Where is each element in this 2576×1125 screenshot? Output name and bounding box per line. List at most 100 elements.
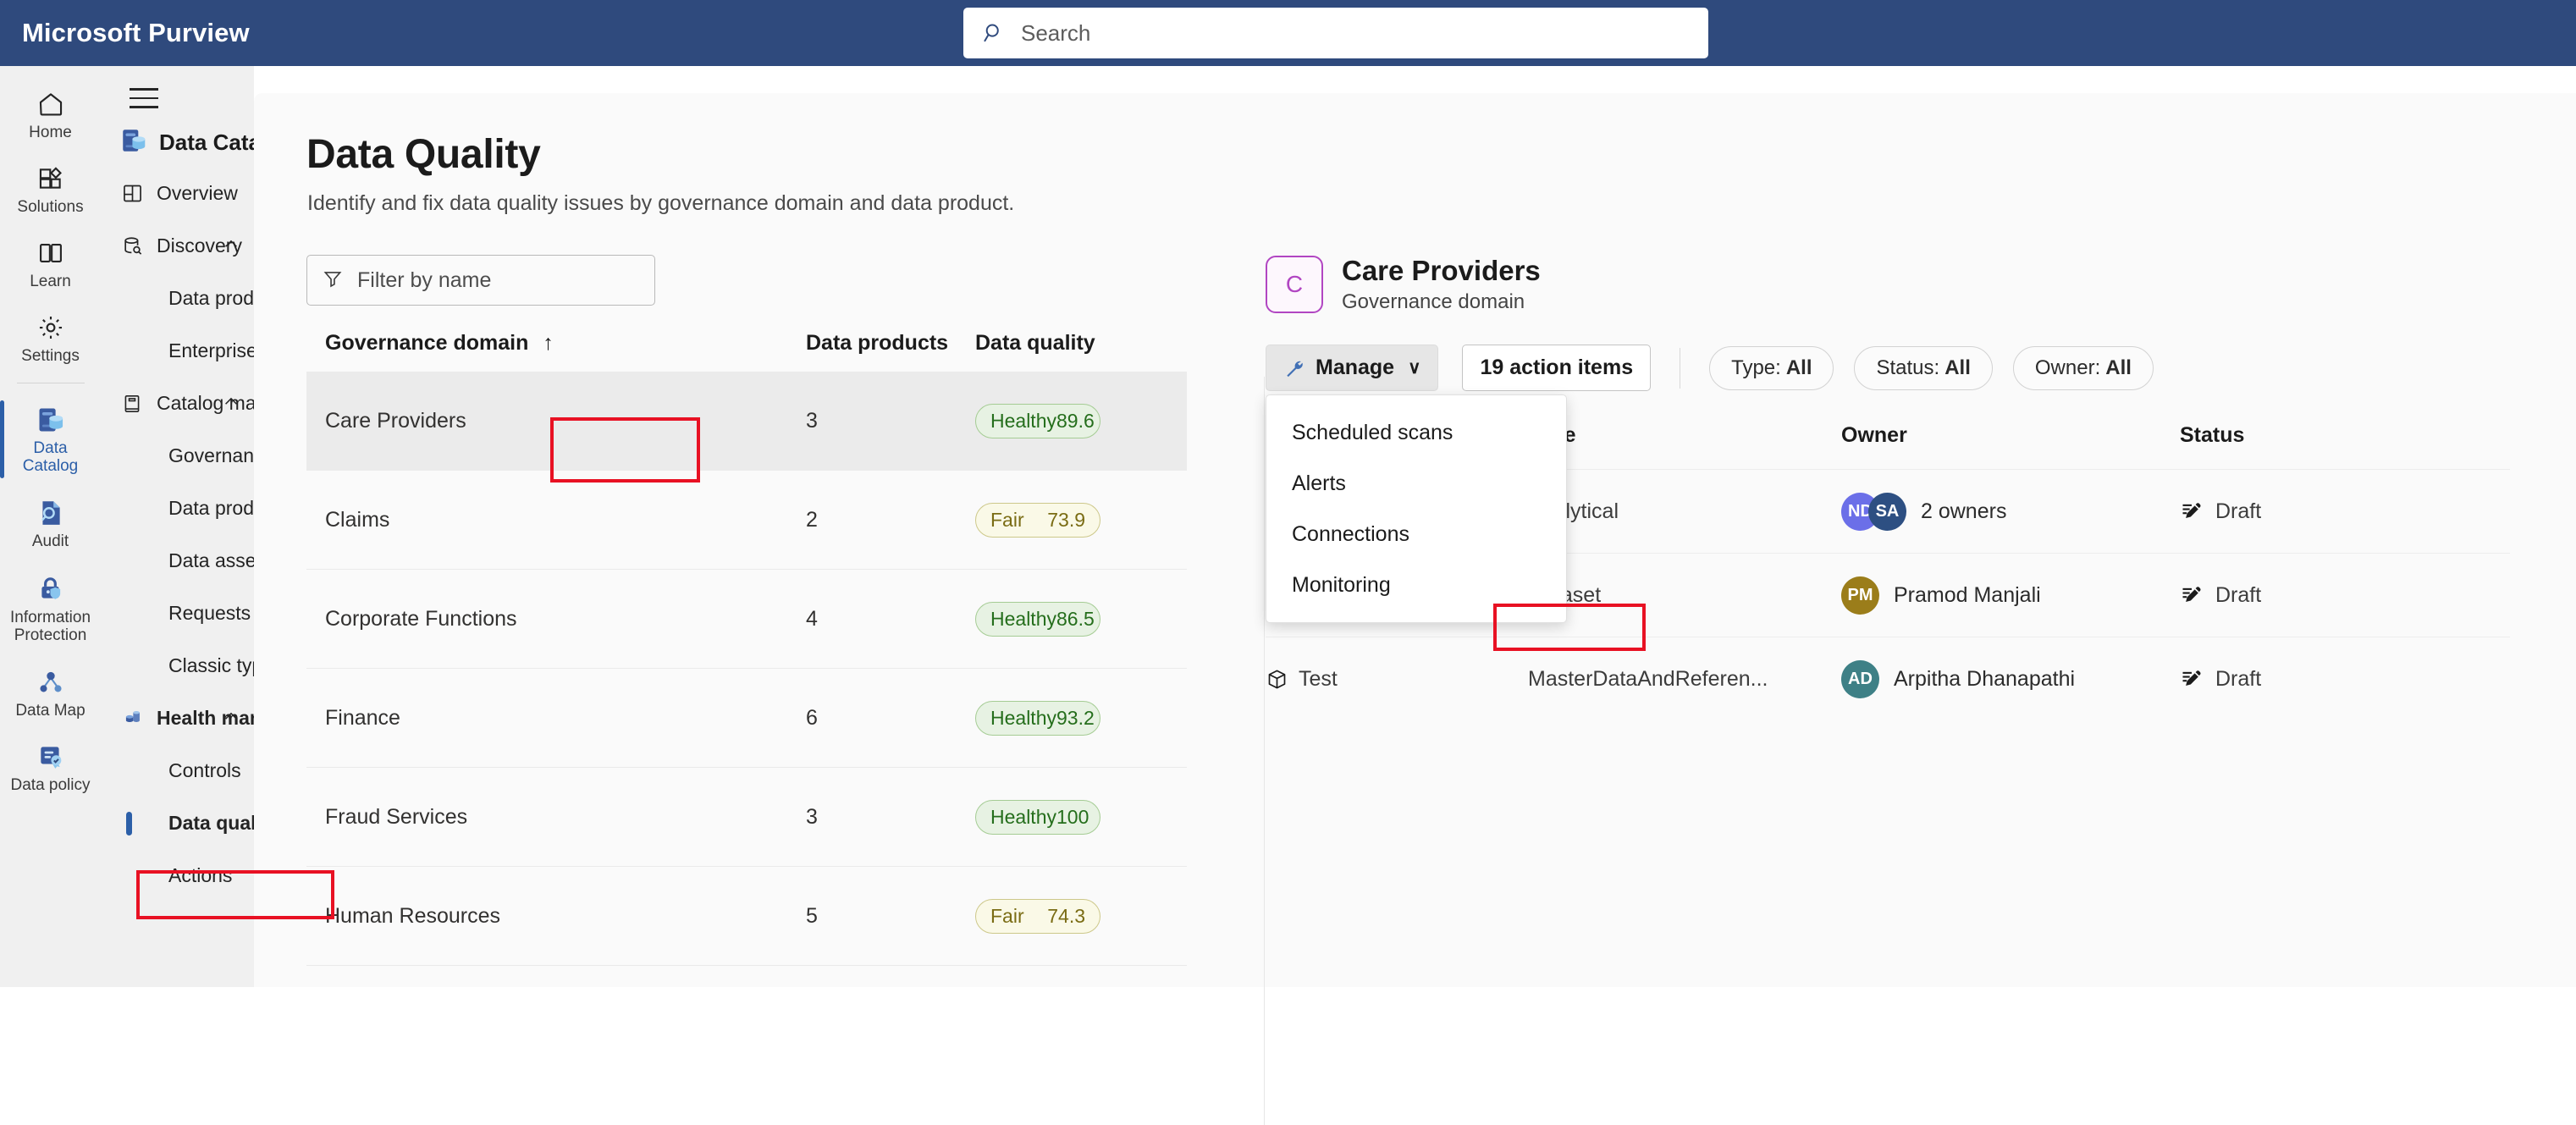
rail-item-data-map[interactable]: Data Map: [0, 656, 101, 731]
global-search[interactable]: Search: [963, 8, 1708, 58]
avatar-stack: ND SA: [1841, 492, 1906, 531]
sidebar-nav: Data Catalog Overview Discovery Data pro…: [101, 66, 354, 987]
cell-type: Analytical: [1528, 499, 1619, 523]
rail-item-data-catalog[interactable]: Data Catalog: [0, 392, 101, 487]
rail-item-settings[interactable]: Settings: [0, 301, 101, 376]
column-label: Governance domain: [325, 331, 529, 355]
domain-avatar: C: [1266, 256, 1323, 313]
rail-item-data-policy[interactable]: Data policy: [0, 731, 101, 805]
rail-item-home[interactable]: Home: [0, 78, 101, 152]
rail-label: Data Map: [15, 702, 85, 720]
catalog-icon: [119, 391, 145, 416]
sidebar-item-enterprise-glossary[interactable]: Enterprise glossary: [101, 325, 335, 378]
sidebar-item-data-quality[interactable]: Data quality: [101, 797, 279, 850]
status-badge: Healthy 100: [975, 799, 1100, 835]
sidebar-item-catalog-management[interactable]: Catalog management: [101, 378, 343, 430]
rail-item-information-protection[interactable]: Information Protection: [0, 561, 101, 656]
search-input-placeholder[interactable]: Search: [1021, 20, 1090, 47]
status-badge: Fair 74.3: [975, 898, 1100, 934]
table-header-row: Governance domain ↑ Data products Data q…: [306, 331, 1187, 372]
wrench-icon: [1283, 357, 1305, 379]
sidebar-item-governance-domains[interactable]: Governance domains: [101, 430, 354, 483]
chevron-up-icon[interactable]: [222, 707, 240, 730]
owner-label: Pramod Manjali: [1894, 582, 2041, 607]
filter-by-name-input[interactable]: Filter by name: [306, 255, 655, 306]
filter-chip-owner[interactable]: Owner: All: [2012, 345, 2154, 390]
cell-type: MasterDataAndReferen...: [1528, 666, 1768, 691]
rail-label: Solutions: [17, 198, 84, 216]
health-icon: [119, 706, 145, 731]
sidebar-item-requests[interactable]: Requests: [101, 587, 254, 640]
owner-label: Arpitha Dhanapathi: [1894, 666, 2076, 691]
filter-placeholder[interactable]: Filter by name: [357, 268, 491, 293]
owner-label: 2 owners: [1921, 499, 2007, 523]
sidebar-item-health-management[interactable]: Health management: [101, 692, 342, 745]
column-header-data-products[interactable]: Data products: [806, 331, 975, 356]
sidebar-item-classic-types[interactable]: Classic types: [101, 640, 283, 692]
column-header-governance-domain[interactable]: Governance domain ↑: [306, 331, 806, 356]
app-brand: Microsoft Purview: [22, 18, 250, 47]
menu-item-monitoring[interactable]: Monitoring: [1266, 560, 1566, 610]
cell-status: Draft: [2180, 667, 2417, 692]
page-subtitle: Identify and fix data quality issues by …: [307, 191, 1015, 215]
column-header-owner[interactable]: Owner: [1841, 423, 2180, 469]
status-badge: Healthy 89.6: [975, 403, 1100, 438]
cell-data-quality: Healthy 93.2: [975, 700, 1170, 736]
rail-item-audit[interactable]: Audit: [0, 487, 101, 561]
command-bar: Manage ∨ 19 action items Type: All Statu…: [1266, 345, 2525, 391]
column-header-type[interactable]: Type: [1528, 423, 1841, 469]
table-row[interactable]: Test MasterDataAndReferen... AD Arpitha …: [1266, 637, 2510, 720]
action-items-button[interactable]: 19 action items: [1462, 345, 1652, 391]
badge-score: 100: [1056, 805, 1089, 828]
badge-label: Healthy: [990, 805, 1056, 828]
sidebar-item-data-assets[interactable]: Data assets: [101, 535, 271, 587]
rail-item-solutions[interactable]: Solutions: [0, 152, 101, 227]
rail-label: Data Catalog: [22, 438, 79, 475]
filter-chip-type[interactable]: Type: All: [1709, 345, 1834, 390]
sidebar-item-discovery[interactable]: Discovery: [101, 220, 254, 273]
rail-item-learn[interactable]: Learn: [0, 227, 101, 301]
hamburger-icon[interactable]: [101, 66, 158, 108]
table-row[interactable]: Human Resources 5 Fair 74.3: [306, 867, 1187, 966]
rail-label: Data policy: [10, 776, 91, 794]
cell-domain-name: Fraud Services: [325, 804, 468, 829]
sidebar-item-catalog-data-products[interactable]: Data products: [101, 483, 290, 535]
search-icon: [982, 21, 1006, 45]
column-header-status[interactable]: Status: [2180, 423, 2417, 469]
sidebar-item-controls[interactable]: Controls: [101, 745, 254, 797]
sidebar-item-discovery-data-products[interactable]: Data products: [101, 273, 290, 325]
table-row[interactable]: Fraud Services 3 Healthy 100: [306, 768, 1187, 867]
table-row[interactable]: Finance 6 Healthy 93.2: [306, 669, 1187, 768]
manage-button[interactable]: Manage ∨: [1266, 345, 1439, 391]
cell-domain-name: Claims: [325, 507, 390, 532]
menu-item-alerts[interactable]: Alerts: [1266, 458, 1566, 509]
table-row[interactable]: Corporate Functions 4 Healthy 86.5: [306, 570, 1187, 669]
menu-item-scheduled-scans[interactable]: Scheduled scans: [1266, 407, 1566, 458]
menu-item-connections[interactable]: Connections: [1266, 509, 1566, 560]
sidebar-item-label: Actions: [168, 864, 233, 886]
cell-owner: AD Arpitha Dhanapathi: [1841, 659, 2180, 698]
cell-domain-name: Human Resources: [325, 903, 501, 928]
column-header-data-quality[interactable]: Data quality: [975, 331, 1170, 356]
rail-label: Audit: [31, 532, 69, 550]
badge-label: Healthy: [990, 409, 1056, 432]
badge-score: 89.6: [1056, 409, 1095, 432]
chevron-up-icon[interactable]: [222, 234, 240, 257]
table-row[interactable]: Care Providers 3 Healthy 89.6: [306, 372, 1187, 471]
chevron-up-icon[interactable]: [222, 392, 240, 415]
detail-subtitle: Governance domain: [1342, 290, 1525, 313]
filter-chip-status[interactable]: Status: All: [1854, 345, 1993, 390]
sidebar-item-actions[interactable]: Actions: [101, 850, 254, 902]
name-label: Test: [1299, 666, 1338, 691]
rail-label: Information Protection: [9, 608, 91, 644]
cell-owner: ND SA 2 owners: [1841, 492, 2180, 531]
cell-data-products: 4: [806, 606, 818, 631]
gear-icon: [36, 312, 65, 343]
table-row[interactable]: Claims 2 Fair 73.9: [306, 471, 1187, 570]
status-badge: Healthy 86.5: [975, 601, 1100, 637]
avatar: AD: [1841, 659, 1879, 698]
badge-score: 74.3: [1047, 904, 1085, 927]
sidebar-item-overview[interactable]: Overview: [101, 168, 254, 220]
manage-dropdown-menu: Scheduled scans Alerts Connections Monit…: [1266, 394, 1567, 623]
solutions-icon: [36, 163, 65, 194]
